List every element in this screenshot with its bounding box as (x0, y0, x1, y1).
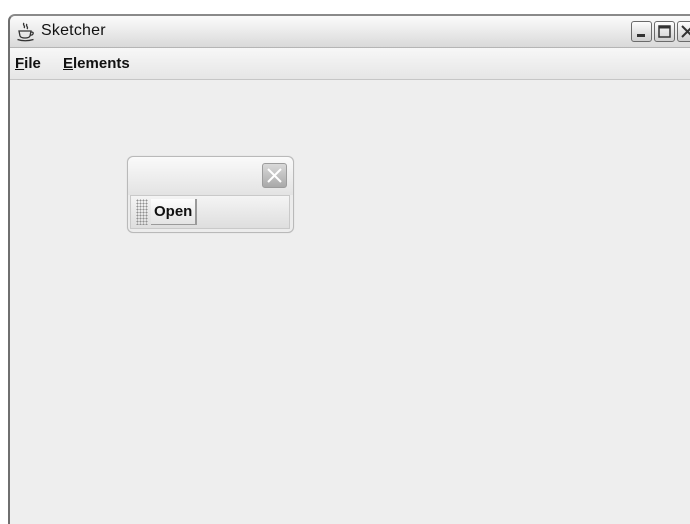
menu-elements-mnemonic: E (63, 55, 74, 72)
drag-grip-icon[interactable] (136, 199, 148, 225)
maximize-icon (658, 25, 671, 38)
minimize-button[interactable] (631, 21, 652, 42)
menu-file-mnemonic: F (15, 55, 25, 72)
minimize-icon (637, 34, 645, 37)
close-icon (267, 168, 282, 183)
sketcher-window: Sketcher File Elements Open (8, 14, 690, 524)
floating-toolbar-window: Open (127, 156, 294, 233)
close-icon (681, 25, 690, 38)
sketch-canvas[interactable] (10, 80, 690, 524)
open-button[interactable]: Open (151, 199, 198, 225)
maximize-button[interactable] (654, 21, 675, 42)
close-window-button[interactable] (677, 21, 690, 42)
menu-elements-label: lements (73, 55, 130, 72)
menu-bar: File Elements (10, 48, 690, 80)
menu-elements[interactable]: Elements (63, 55, 130, 72)
window-controls (629, 21, 690, 43)
menu-file-label: ile (24, 55, 41, 72)
window-titlebar[interactable]: Sketcher (10, 16, 690, 48)
menu-file[interactable]: File (15, 55, 41, 72)
toolbar: Open (130, 195, 290, 229)
java-cup-icon (17, 22, 34, 42)
floating-toolbar-close-button[interactable] (262, 163, 287, 188)
window-title: Sketcher (41, 22, 106, 39)
floating-toolbar-titlebar[interactable] (128, 157, 293, 195)
